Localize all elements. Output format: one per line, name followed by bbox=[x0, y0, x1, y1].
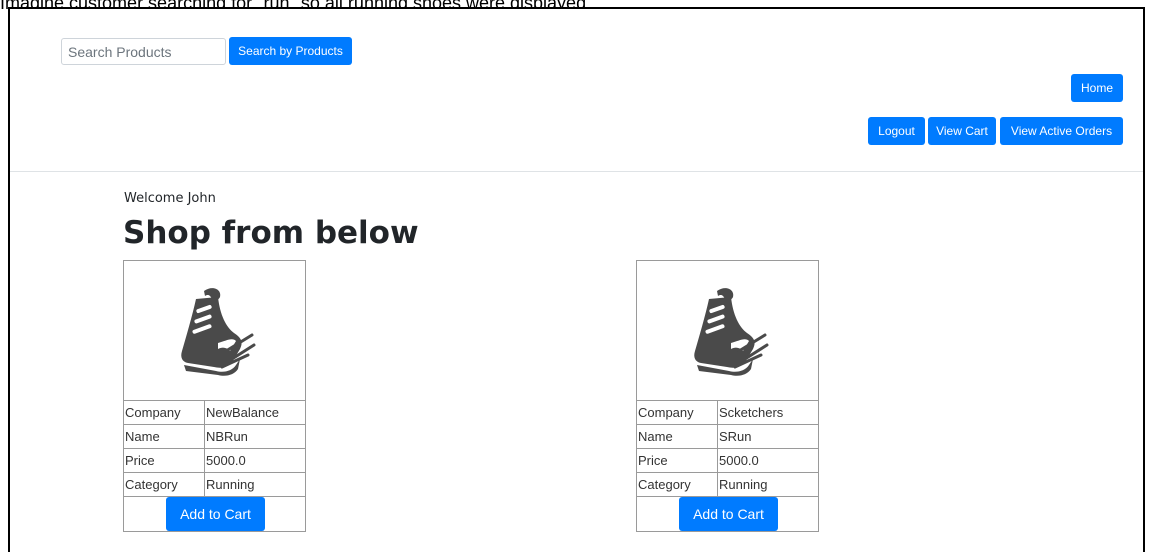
name-label: Name bbox=[636, 424, 718, 449]
product-details-table: Company Scketchers Name SRun Price 5000.… bbox=[636, 400, 819, 497]
view-cart-button[interactable]: View Cart bbox=[928, 117, 996, 145]
category-value: Running bbox=[717, 472, 819, 497]
company-value: NewBalance bbox=[204, 400, 306, 425]
table-row: Price 5000.0 bbox=[123, 448, 306, 473]
name-label: Name bbox=[123, 424, 205, 449]
category-label: Category bbox=[636, 472, 718, 497]
table-row: Company Scketchers bbox=[636, 400, 819, 425]
table-row: Category Running bbox=[636, 472, 819, 497]
company-label: Company bbox=[123, 400, 205, 425]
price-value: 5000.0 bbox=[204, 448, 306, 473]
add-to-cart-button[interactable]: Add to Cart bbox=[166, 497, 265, 531]
logout-button[interactable]: Logout bbox=[868, 117, 925, 145]
search-input[interactable] bbox=[61, 38, 226, 65]
category-value: Running bbox=[204, 472, 306, 497]
name-value: SRun bbox=[717, 424, 819, 449]
price-label: Price bbox=[636, 448, 718, 473]
running-shoe-icon bbox=[180, 287, 255, 376]
product-details-table: Company NewBalance Name NBRun Price 5000… bbox=[123, 400, 306, 497]
company-label: Company bbox=[636, 400, 718, 425]
view-active-orders-button[interactable]: View Active Orders bbox=[1000, 117, 1123, 145]
table-row: Name SRun bbox=[636, 424, 819, 449]
page-title: Shop from below bbox=[123, 215, 419, 251]
category-label: Category bbox=[123, 472, 205, 497]
product-card: Company Scketchers Name SRun Price 5000.… bbox=[636, 260, 819, 532]
header-divider bbox=[10, 171, 1143, 172]
running-shoe-icon bbox=[693, 287, 768, 376]
price-value: 5000.0 bbox=[717, 448, 819, 473]
name-value: NBRun bbox=[204, 424, 306, 449]
table-row: Name NBRun bbox=[123, 424, 306, 449]
company-value: Scketchers bbox=[717, 400, 819, 425]
welcome-text: Welcome John bbox=[124, 191, 216, 206]
table-row: Company NewBalance bbox=[123, 400, 306, 425]
table-row: Category Running bbox=[123, 472, 306, 497]
add-to-cart-button[interactable]: Add to Cart bbox=[679, 497, 778, 531]
product-image bbox=[124, 261, 305, 400]
product-image bbox=[637, 261, 818, 400]
table-row: Price 5000.0 bbox=[636, 448, 819, 473]
home-button[interactable]: Home bbox=[1071, 74, 1123, 102]
price-label: Price bbox=[123, 448, 205, 473]
product-card: Company NewBalance Name NBRun Price 5000… bbox=[123, 260, 306, 532]
search-button[interactable]: Search by Products bbox=[229, 37, 352, 65]
